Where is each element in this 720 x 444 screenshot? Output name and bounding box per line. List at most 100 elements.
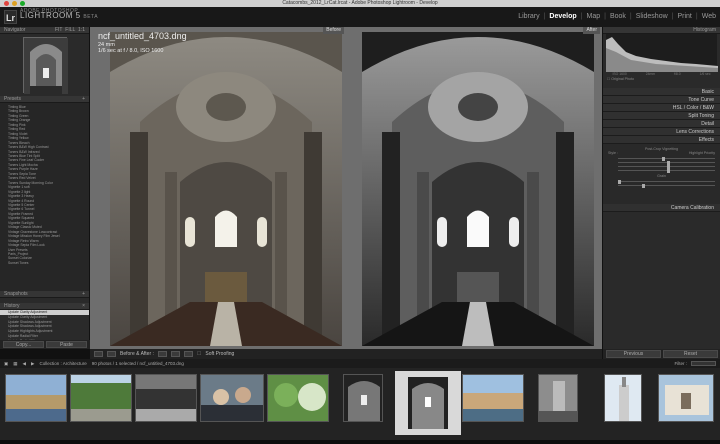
grain-size-slider[interactable] xyxy=(618,183,715,188)
identity-plate: Lr ADOBE PHOTOSHOP LIGHTROOM 5 BETA Libr… xyxy=(0,7,720,27)
module-map[interactable]: Map xyxy=(586,13,600,20)
before-label: Before xyxy=(323,27,344,34)
zoom-window-icon[interactable] xyxy=(20,1,25,6)
navigator-header[interactable]: Navigator FIT FILL 1:1 xyxy=(0,27,89,34)
module-print[interactable]: Print xyxy=(677,13,691,20)
previous-button[interactable]: Previous xyxy=(606,350,661,358)
window-controls[interactable] xyxy=(4,1,25,6)
grid-view-icon[interactable]: ▦ xyxy=(13,361,17,367)
filmstrip-thumb-selected[interactable] xyxy=(395,371,461,435)
filmstrip-bar: ▣ ▦ ◀ ▶ Collection : Architecture 90 pho… xyxy=(0,359,720,368)
filmstrip-thumb[interactable] xyxy=(604,374,642,422)
section-hsl-color-b-w[interactable]: HSL / Color / B&W xyxy=(603,104,720,112)
presets-list: Tinting Blue Tinting Brown Tinting Green Ti… xyxy=(0,103,89,291)
module-picker: Library | Develop | Map | Book | Slideshow | … xyxy=(518,13,716,20)
right-panel: Histogram ISO 1600 24mm f/8.0 1/6 sec ☐ … xyxy=(602,27,720,359)
forward-arrow-icon[interactable]: ▶ xyxy=(31,361,34,367)
style-value[interactable]: Highlight Priority xyxy=(689,151,715,155)
filter-label: Filter : xyxy=(674,361,687,366)
close-window-icon[interactable] xyxy=(4,1,9,6)
before-after-view: ncf_untitled_4703.dng 24 mm 1/6 sec at f… xyxy=(90,27,602,349)
window-bottom-edge xyxy=(0,440,720,444)
develop-toolbar: Before & After : ☐ Soft Proofing xyxy=(90,349,602,359)
filmstrip-thumb[interactable] xyxy=(658,374,714,422)
vignette-roundness-slider[interactable] xyxy=(618,164,715,169)
snapshots-label: Snapshots xyxy=(4,291,28,297)
section-lens-corrections[interactable]: Lens Corrections xyxy=(603,128,720,136)
grain-label: Grain xyxy=(657,174,666,178)
history-header[interactable]: History × xyxy=(0,303,89,310)
section-split-toning[interactable]: Split Toning xyxy=(603,112,720,120)
filmstrip-thumb[interactable] xyxy=(538,374,578,422)
module-library[interactable]: Library xyxy=(518,13,539,20)
filmstrip-thumb[interactable] xyxy=(267,374,329,422)
filmstrip-thumb[interactable] xyxy=(70,374,132,422)
vignette-feather-slider[interactable] xyxy=(618,168,715,173)
paste-button[interactable]: Paste xyxy=(46,341,87,348)
window-title: Catacombs_2012_LrCat.lrcat - Adobe Photo… xyxy=(282,0,438,6)
after-label: After xyxy=(583,27,600,34)
develop-sections: Basic Tone Curve HSL / Color / B&W Split To… xyxy=(603,88,720,144)
hist-focal: 24mm xyxy=(645,72,656,76)
module-web[interactable]: Web xyxy=(702,13,716,20)
vignette-midpoint-slider[interactable] xyxy=(618,160,715,165)
after-photo[interactable] xyxy=(362,32,594,346)
section-camera-calibration[interactable]: Camera Calibration xyxy=(603,204,720,212)
histogram-label: Histogram xyxy=(693,27,716,33)
second-window-icon[interactable]: ▣ xyxy=(4,361,8,367)
reset-button[interactable]: Reset xyxy=(663,350,718,358)
filmstrip xyxy=(0,368,720,440)
navigator-preview[interactable] xyxy=(22,37,68,94)
right-panel-buttons: Previous Reset xyxy=(603,349,720,359)
snapshots-header[interactable]: Snapshots + xyxy=(0,291,89,298)
presets-header[interactable]: Presets + xyxy=(0,96,89,103)
filter-select[interactable] xyxy=(691,361,716,366)
navigator-label: Navigator xyxy=(4,27,26,33)
copy-after-to-before-button[interactable] xyxy=(170,351,180,357)
section-detail[interactable]: Detail xyxy=(603,120,720,128)
module-slideshow[interactable]: Slideshow xyxy=(636,13,668,20)
brand-version: ADOBE PHOTOSHOP xyxy=(20,8,79,14)
filmstrip-thumb[interactable] xyxy=(462,374,524,422)
histogram-header[interactable]: Histogram xyxy=(603,27,720,34)
back-arrow-icon[interactable]: ◀ xyxy=(23,361,26,367)
photo-info-overlay: ncf_untitled_4703.dng 24 mm 1/6 sec at f… xyxy=(98,31,187,54)
original-photo-toggle[interactable]: ☐ Original Photo xyxy=(603,76,720,88)
section-basic[interactable]: Basic xyxy=(603,88,720,96)
info-exposure: 1/6 sec at f / 8.0, ISO 1600 xyxy=(98,48,164,54)
hist-aperture: f/8.0 xyxy=(674,72,681,76)
effects-panel-body: Post-Crop Vignetting Style : Highlight P… xyxy=(603,144,720,204)
filmstrip-thumb[interactable] xyxy=(343,374,383,422)
module-book[interactable]: Book xyxy=(610,13,626,20)
section-tone-curve[interactable]: Tone Curve xyxy=(603,96,720,104)
vignette-amount-slider[interactable] xyxy=(618,156,715,161)
after-pane: After xyxy=(346,27,602,349)
section-effects[interactable]: Effects xyxy=(603,136,720,144)
grain-amount-slider[interactable] xyxy=(618,179,715,184)
minimize-window-icon[interactable] xyxy=(12,1,17,6)
filmstrip-thumb[interactable] xyxy=(5,374,67,422)
copy-button[interactable]: Copy... xyxy=(3,341,44,348)
window-title-bar: Catacombs_2012_LrCat.lrcat - Adobe Photo… xyxy=(0,0,720,7)
lightroom-logo: Lr xyxy=(4,10,17,24)
history-label: History xyxy=(4,303,20,309)
filmstrip-thumb[interactable] xyxy=(200,374,264,422)
filmstrip-collection[interactable]: Collection : Architecture xyxy=(39,361,86,366)
brand-beta: BETA xyxy=(83,14,99,20)
soft-proofing-label: Soft Proofing xyxy=(205,351,235,357)
soft-proofing-checkbox[interactable]: ☐ xyxy=(197,351,201,357)
copy-before-to-after-button[interactable] xyxy=(157,351,167,357)
filmstrip-thumb[interactable] xyxy=(135,374,197,422)
preset-item[interactable]: Sunset Tones xyxy=(8,261,89,265)
before-after-view-button[interactable] xyxy=(107,351,116,357)
loupe-view-button[interactable] xyxy=(94,351,103,357)
swap-before-after-button[interactable] xyxy=(183,351,193,357)
left-panel: Navigator FIT FILL 1:1 Presets + Tinting … xyxy=(0,27,90,349)
before-after-mode-label: Before & After : xyxy=(120,351,154,357)
histogram[interactable] xyxy=(606,34,718,72)
hist-shutter: 1/6 sec xyxy=(699,72,711,76)
brand-name: ADOBE PHOTOSHOP LIGHTROOM 5 BETA xyxy=(20,8,99,20)
before-photo[interactable] xyxy=(110,32,342,346)
hist-iso: ISO 1600 xyxy=(612,72,627,76)
module-develop[interactable]: Develop xyxy=(549,13,576,20)
